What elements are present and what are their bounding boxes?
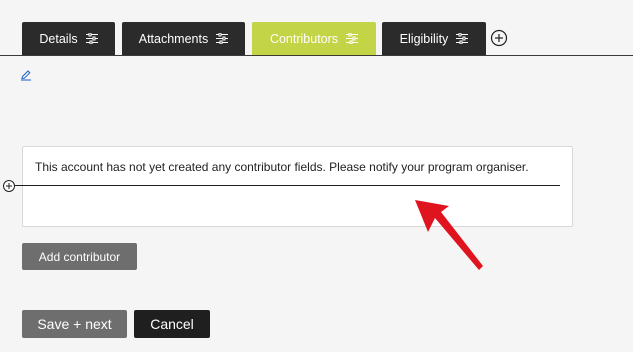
annotation-arrow-icon — [415, 200, 483, 270]
divider-line — [15, 185, 560, 186]
edit-pencil-icon[interactable] — [20, 69, 32, 81]
save-next-button[interactable]: Save + next — [22, 310, 127, 338]
page: Details Attachments Contributors Eligibi… — [0, 0, 633, 352]
add-tab-plus-icon[interactable] — [490, 29, 508, 47]
tab-label: Attachments — [138, 31, 209, 46]
sliders-icon — [456, 33, 469, 44]
tab-bar: Details Attachments Contributors Eligibi… — [0, 0, 633, 56]
sliders-icon — [346, 33, 359, 44]
tab-attachments[interactable]: Attachments — [122, 22, 245, 55]
insert-plus-icon[interactable] — [2, 179, 16, 193]
notice-message: This account has not yet created any con… — [35, 160, 529, 174]
add-contributor-button[interactable]: Add contributor — [22, 243, 137, 270]
sliders-icon — [85, 33, 98, 44]
contributors-notice-box: This account has not yet created any con… — [22, 146, 573, 227]
tab-label: Details — [39, 31, 78, 46]
tab-contributors[interactable]: Contributors — [252, 22, 376, 55]
cancel-button[interactable]: Cancel — [134, 310, 210, 338]
tab-eligibility[interactable]: Eligibility — [382, 22, 486, 55]
tab-label: Eligibility — [399, 31, 449, 46]
sliders-icon — [216, 33, 229, 44]
tab-details[interactable]: Details — [22, 22, 115, 55]
tab-label: Contributors — [269, 31, 339, 46]
